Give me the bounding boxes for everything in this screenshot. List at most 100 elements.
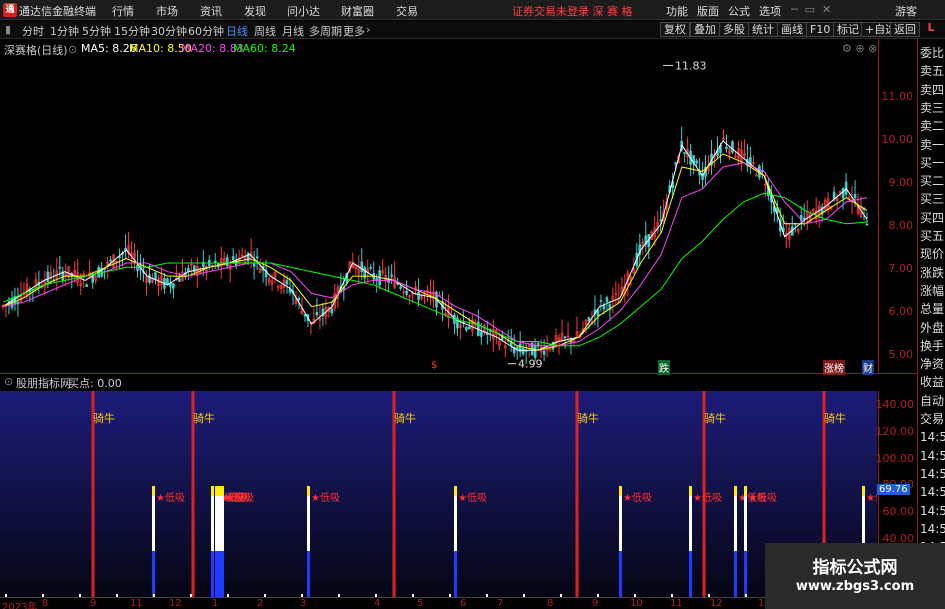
event-marker-dollar[interactable]: $	[431, 360, 437, 371]
menu-wealth[interactable]: 财富圈	[341, 3, 374, 19]
buy-bar-low	[734, 551, 737, 597]
candle-body	[405, 290, 408, 295]
buy-bar-low	[152, 551, 155, 597]
menu-assistant[interactable]: 问小达	[287, 3, 320, 19]
indicator-title[interactable]: 股朋指标网	[16, 375, 71, 391]
menu-market[interactable]: 市场	[156, 3, 178, 19]
price-tick: 11.00	[881, 90, 914, 103]
candle-body	[533, 345, 537, 358]
price-chart[interactable]: 11.83 4.99	[0, 58, 878, 372]
btn-stats[interactable]: 统计	[748, 22, 778, 37]
side-item[interactable]: 交易	[920, 412, 945, 427]
period-daily[interactable]: 日线	[226, 23, 248, 39]
btn-adjust[interactable]: 复权	[660, 22, 690, 37]
period-1min[interactable]: 1分钟	[50, 23, 79, 39]
btn-back[interactable]: 返回	[890, 22, 920, 37]
low-buy-label: ★低吸	[623, 491, 652, 504]
menu-functions[interactable]: 功能	[666, 3, 688, 19]
signal-label: 骑牛	[394, 411, 416, 425]
side-item[interactable]: 14:56	[920, 449, 945, 464]
side-item[interactable]: 14:56	[920, 467, 945, 482]
candle-body	[91, 275, 94, 283]
side-item: 买四	[920, 210, 945, 225]
side-item: 换手	[920, 338, 945, 353]
btn-f10[interactable]: F10	[806, 22, 835, 37]
btn-draw[interactable]: 画线	[777, 22, 807, 37]
user-guest[interactable]: 游客	[895, 3, 917, 19]
candle-body	[853, 193, 857, 199]
side-item: 买三	[920, 192, 945, 207]
trade-status-warning[interactable]: 证券交易未登录 深 赛 格	[512, 3, 633, 19]
chart-settings-icon[interactable]: ⚙ ⊕ ⊗	[842, 42, 877, 55]
date-tick: 9	[90, 598, 97, 609]
buy-bar-top	[307, 486, 310, 496]
period-more[interactable]: 更多	[343, 23, 365, 39]
pane-divider[interactable]	[0, 373, 917, 374]
menu-layout[interactable]: 版面	[697, 3, 719, 19]
buy-bar-top	[744, 486, 747, 496]
side-item[interactable]: 14:56	[920, 485, 945, 500]
chevron-down-icon[interactable]: ⊙	[68, 43, 77, 56]
side-item[interactable]: 14:56	[920, 504, 945, 519]
candle-body	[154, 272, 157, 280]
menu-news[interactable]: 资讯	[200, 3, 222, 19]
signal-label: 骑牛	[193, 411, 215, 425]
date-tick: 1	[212, 598, 219, 609]
buy-bar-mid	[689, 496, 692, 551]
candle-body	[468, 326, 471, 330]
candle-body	[399, 286, 402, 289]
buy-bar-low	[211, 551, 214, 597]
side-item[interactable]: 14:56	[920, 522, 945, 537]
menu-formula[interactable]: 公式	[728, 3, 750, 19]
high-low-markers: 11.83 4.99	[508, 59, 707, 371]
buy-bar-mid	[152, 496, 155, 551]
candle-body	[178, 278, 181, 282]
price-axis: 11.00 10.00 9.00 8.00 7.00 6.00 5.00	[878, 39, 916, 374]
indicator-tick: 120.00	[875, 425, 915, 438]
candle-body	[231, 256, 235, 260]
buy-bar-top	[454, 486, 457, 496]
buy-bar-low	[619, 551, 622, 597]
menu-trade[interactable]: 交易	[396, 3, 418, 19]
btn-multi-stock[interactable]: 多股	[719, 22, 749, 37]
side-item: 净资	[920, 357, 945, 372]
side-item: 涨跌	[920, 265, 945, 280]
btn-mark[interactable]: 标记	[833, 22, 863, 37]
low-buy-label: ★低吸	[693, 491, 722, 504]
ma-line-ma5	[2, 140, 868, 351]
candle-body	[659, 219, 663, 222]
menu-discover[interactable]: 发现	[244, 3, 266, 19]
period-5min[interactable]: 5分钟	[82, 23, 111, 39]
indicator-pane[interactable]: 骑牛 骑牛 骑牛 骑牛 骑牛 骑牛 ★低吸 ★低吸 ★低吸 ★低吸 ★低吸 ★低吸 ★低吸 ★低吸 ★低吸 ★…	[0, 391, 877, 597]
indicator-toggle-icon[interactable]: ⊙	[4, 375, 13, 388]
candle-body	[255, 256, 259, 259]
ma-line-ma10	[2, 153, 868, 351]
period-monthly[interactable]: 月线	[282, 23, 304, 39]
buy-bar-mid	[454, 496, 457, 551]
chevron-right-icon[interactable]: ›	[366, 23, 370, 36]
ma60-label: MA60: 8.24	[233, 42, 296, 55]
side-item[interactable]: 自动	[920, 394, 945, 409]
period-60min[interactable]: 60分钟	[188, 23, 224, 39]
side-item[interactable]: 14:56	[920, 430, 945, 445]
low-buy-label: ★低吸	[156, 491, 185, 504]
buy-bar-top	[689, 486, 692, 496]
date-tick: 12	[169, 598, 182, 609]
menu-quotes[interactable]: 行情	[112, 3, 134, 19]
menu-options[interactable]: 选项	[759, 3, 781, 19]
pin-icon[interactable]: ▮	[5, 23, 11, 36]
btn-overlay[interactable]: 叠加	[690, 22, 720, 37]
date-tick: 5	[417, 598, 424, 609]
period-multi[interactable]: 多周期	[309, 23, 342, 39]
window-controls[interactable]: ─ ▭ ✕	[791, 3, 831, 16]
period-weekly[interactable]: 周线	[254, 23, 276, 39]
period-15min[interactable]: 15分钟	[114, 23, 150, 39]
period-timeshare[interactable]: 分时	[22, 23, 44, 39]
candle-body	[285, 280, 289, 285]
side-item: 卖二	[920, 119, 945, 134]
buy-bar-mid	[734, 496, 737, 551]
period-30min[interactable]: 30分钟	[151, 23, 187, 39]
side-item: 卖三	[920, 100, 945, 115]
buy-bar-mid	[215, 496, 218, 551]
date-tick: 12	[710, 598, 723, 609]
